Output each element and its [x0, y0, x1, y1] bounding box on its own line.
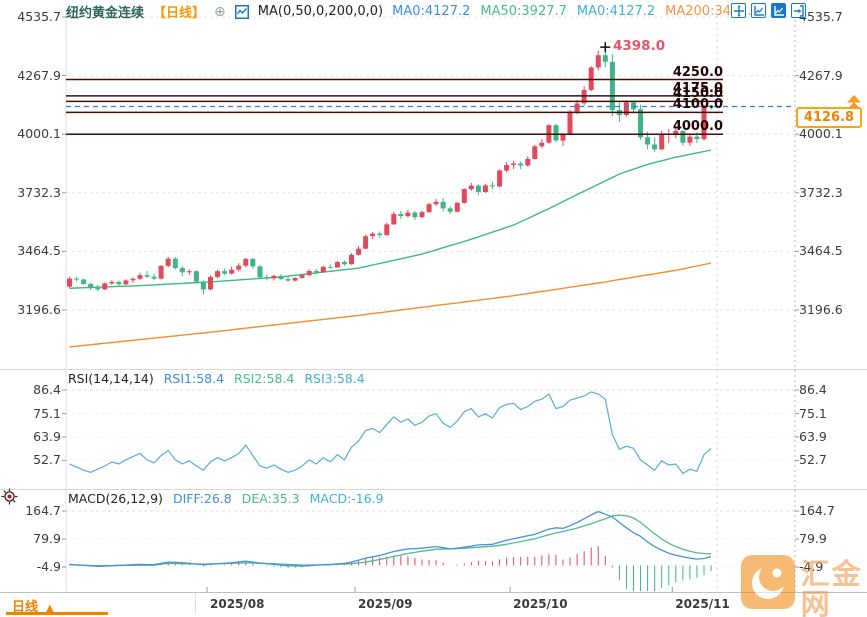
rsi-axis-label: 75.1	[33, 405, 61, 421]
macd-params-label[interactable]: MACD(26,12,9)	[68, 491, 163, 506]
macd-legend-item: MACD:-16.9	[309, 491, 384, 506]
hline-label: 4100.0	[672, 97, 723, 113]
rsi-axis-label: 75.1	[799, 405, 827, 421]
macd-legend-item: DEA:35.3	[241, 491, 300, 506]
price-axis-label: 4535.7	[17, 9, 61, 24]
price-axis-label: 3196.6	[17, 302, 61, 317]
macd-axis-label: 164.7	[25, 503, 61, 519]
price-axis-label: 3464.5	[799, 243, 843, 259]
month-label: 2025/08	[210, 597, 265, 611]
price-axis-label: 3464.5	[17, 243, 61, 259]
price-axis-label: 3732.3	[17, 184, 61, 200]
tab-active-underline	[6, 612, 108, 615]
price-axis-label: 4267.9	[799, 67, 843, 83]
ma-legend-item: MA0:4127.2	[392, 4, 471, 19]
rsi-axis-label: 63.9	[33, 429, 61, 444]
rsi-axis-label: 86.4	[33, 382, 61, 397]
candles-layer	[67, 47, 714, 295]
rsi-legend-item: RSI3:58.4	[304, 371, 365, 386]
price-axis-label: 4000.1	[17, 126, 61, 142]
rsi-axis-label: 86.4	[799, 382, 827, 397]
chart-type-icon[interactable]	[234, 4, 249, 19]
rsi-axis-label: 52.7	[799, 452, 827, 468]
chart-header: 纽约黄金连续 【日线】 ⊕ MA(0,50,0,200,0,0) MA0:412…	[66, 2, 760, 22]
add-indicator-icon[interactable]: ⊕	[214, 4, 226, 20]
rsi-axis-label: 63.9	[799, 429, 827, 444]
rsi-legend-item: RSI2:58.4	[234, 371, 295, 386]
macd-axis-label: 79.9	[33, 531, 61, 547]
macd-axis-label: -4.9	[36, 559, 61, 575]
axis-scale-active-icon[interactable]	[771, 3, 786, 18]
hline-label: 4250.0	[672, 64, 723, 80]
rsi-header: RSI(14,14,14) RSI1:58.4 RSI2:58.4 RSI3:58.4	[68, 371, 385, 386]
price-axis-label: 4535.7	[799, 9, 843, 24]
pan-icon[interactable]	[731, 3, 746, 18]
month-label: 2025/09	[358, 597, 413, 611]
chart-window: 纽约黄金连续 【日线】 ⊕ MA(0,50,0,200,0,0) MA0:412…	[0, 0, 867, 617]
ma-legend-item: MA50:3927.7	[480, 4, 567, 19]
axis-scale-icon[interactable]	[751, 3, 766, 18]
chart-canvas[interactable]	[0, 0, 867, 617]
ma-settings-label[interactable]: MA(0,50,0,200,0,0)	[258, 4, 383, 19]
month-label: 2025/11	[675, 597, 730, 611]
ma-legend: MA0:4127.2 MA50:3927.7 MA0:4127.2 MA200:341…	[392, 4, 760, 19]
bottom-bar-divider	[195, 593, 196, 614]
macd-axis-label: -4.9	[799, 559, 824, 575]
high-price-label: 4398.0	[613, 38, 666, 54]
macd-axis-label: 79.9	[799, 531, 827, 547]
price-axis-label: 3732.3	[799, 184, 843, 200]
chart-toolbar	[731, 3, 806, 18]
time-axis-bar: 日线 ▲ 2025/08 2025/09 2025/10 2025/11	[0, 592, 867, 615]
period-label: 【日线】	[153, 6, 206, 21]
symbol-title: 纽约黄金连续	[66, 6, 145, 21]
macd-axis-label: 164.7	[799, 503, 835, 519]
macd-header: MACD(26,12,9) DIFF:26.8 DEA:35.3 MACD:-16.9	[68, 491, 404, 506]
rsi-params-label[interactable]: RSI(14,14,14)	[68, 371, 154, 386]
indicator-target-icon[interactable]	[1, 488, 18, 505]
rsi-axis-label: 52.7	[33, 452, 61, 468]
price-axis-label: 3196.6	[799, 302, 843, 317]
hline-label: 4000.0	[672, 119, 723, 135]
rsi-legend-item: RSI1:58.4	[163, 371, 225, 386]
macd-legend-item: DIFF:26.8	[172, 491, 232, 506]
price-axis-label: 4000.1	[799, 126, 843, 142]
ma-legend-item: MA0:4127.2	[576, 4, 656, 19]
month-label: 2025/10	[513, 597, 568, 611]
price-axis-label: 4267.9	[17, 67, 61, 83]
alert-arrow-icon[interactable]	[845, 95, 863, 112]
exit-chart-icon[interactable]	[791, 3, 806, 18]
